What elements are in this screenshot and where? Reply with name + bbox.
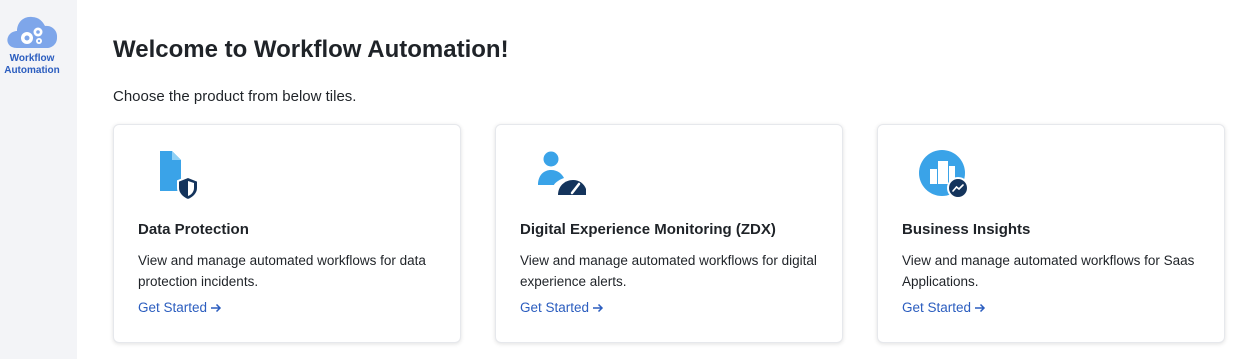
get-started-link[interactable]: Get Started <box>902 300 986 315</box>
page-subtitle: Choose the product from below tiles. <box>113 88 357 105</box>
tile-description: View and manage automated workflows for … <box>520 253 817 289</box>
get-started-label: Get Started <box>902 300 972 315</box>
tile-data-protection[interactable]: Data Protection View and manage automate… <box>113 124 461 343</box>
sidebar-item-workflow-automation[interactable]: Workflow Automation <box>0 12 64 77</box>
tile-title: Data Protection <box>138 221 249 238</box>
tile-description: View and manage automated workflows for … <box>138 253 426 289</box>
arrow-right-icon <box>211 303 222 312</box>
tile-description: View and manage automated workflows for … <box>902 253 1195 289</box>
get-started-label: Get Started <box>520 300 590 315</box>
user-gauge-icon <box>538 151 586 195</box>
get-started-link[interactable]: Get Started <box>138 300 222 315</box>
tile-title: Digital Experience Monitoring (ZDX) <box>520 221 776 238</box>
buildings-trend-icon <box>919 150 968 199</box>
get-started-link[interactable]: Get Started <box>520 300 604 315</box>
tile-title: Business Insights <box>902 221 1031 238</box>
sidebar: Workflow Automation <box>0 0 77 359</box>
arrow-right-icon <box>975 303 986 312</box>
get-started-label: Get Started <box>138 300 208 315</box>
tile-digital-experience-monitoring[interactable]: Digital Experience Monitoring (ZDX) View… <box>495 124 843 343</box>
sidebar-item-label: Workflow Automation <box>4 53 60 76</box>
document-shield-icon <box>160 151 199 199</box>
arrow-right-icon <box>593 303 604 312</box>
cloud-gears-icon <box>7 16 58 48</box>
tile-business-insights[interactable]: Business Insights View and manage automa… <box>877 124 1225 343</box>
page-title: Welcome to Workflow Automation! <box>113 36 509 63</box>
